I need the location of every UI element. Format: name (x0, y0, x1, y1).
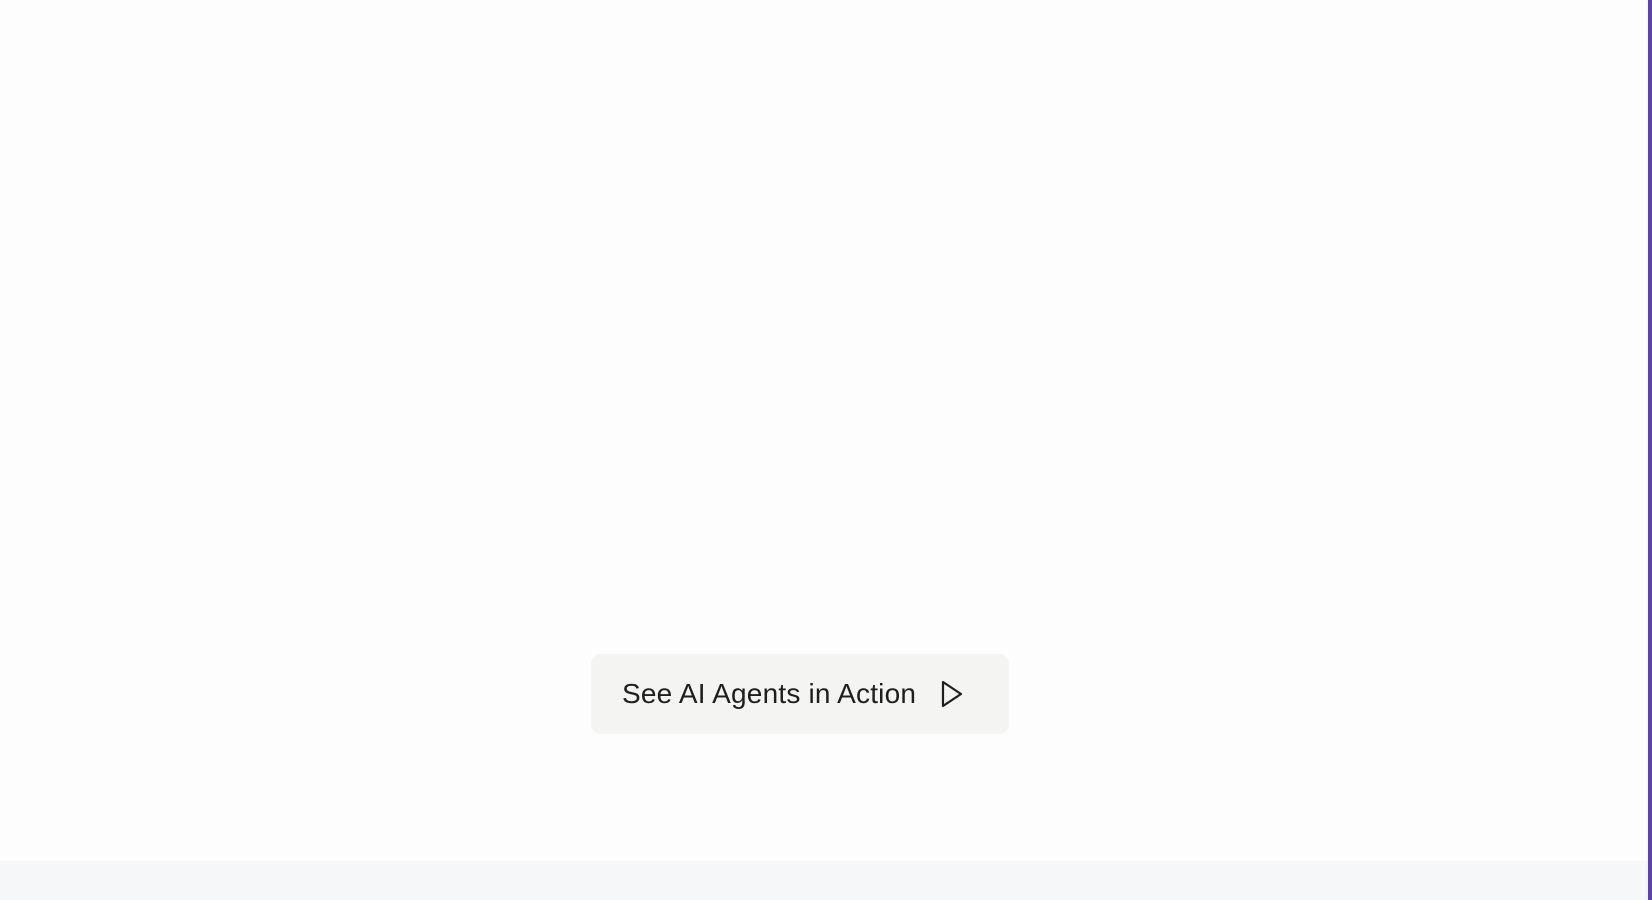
main-content-area: See AI Agents in Action (0, 0, 1648, 861)
page: See AI Agents in Action (0, 0, 1652, 900)
window-right-edge (1648, 0, 1652, 900)
bottom-strip (0, 861, 1648, 900)
cta-label: See AI Agents in Action (622, 678, 917, 709)
see-ai-agents-in-action-button[interactable]: See AI Agents in Action (591, 654, 1009, 734)
play-icon (938, 678, 966, 710)
